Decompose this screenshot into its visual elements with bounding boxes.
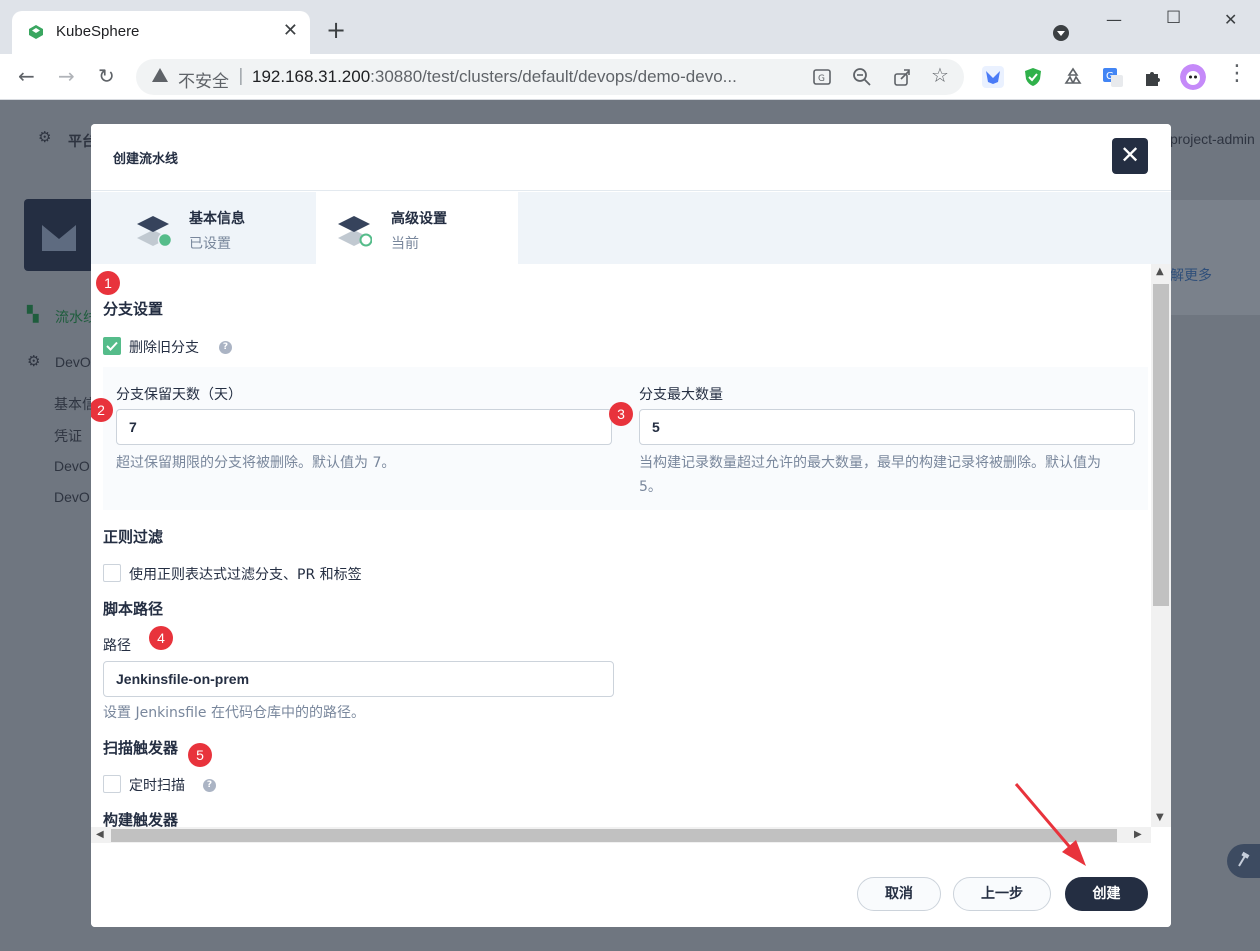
browser-window: KubeSphere ✕ + — ☐ ✕ ← → ↻ 不安全 | 192.168…	[0, 0, 1260, 951]
annotation-arrow	[1014, 783, 1086, 866]
